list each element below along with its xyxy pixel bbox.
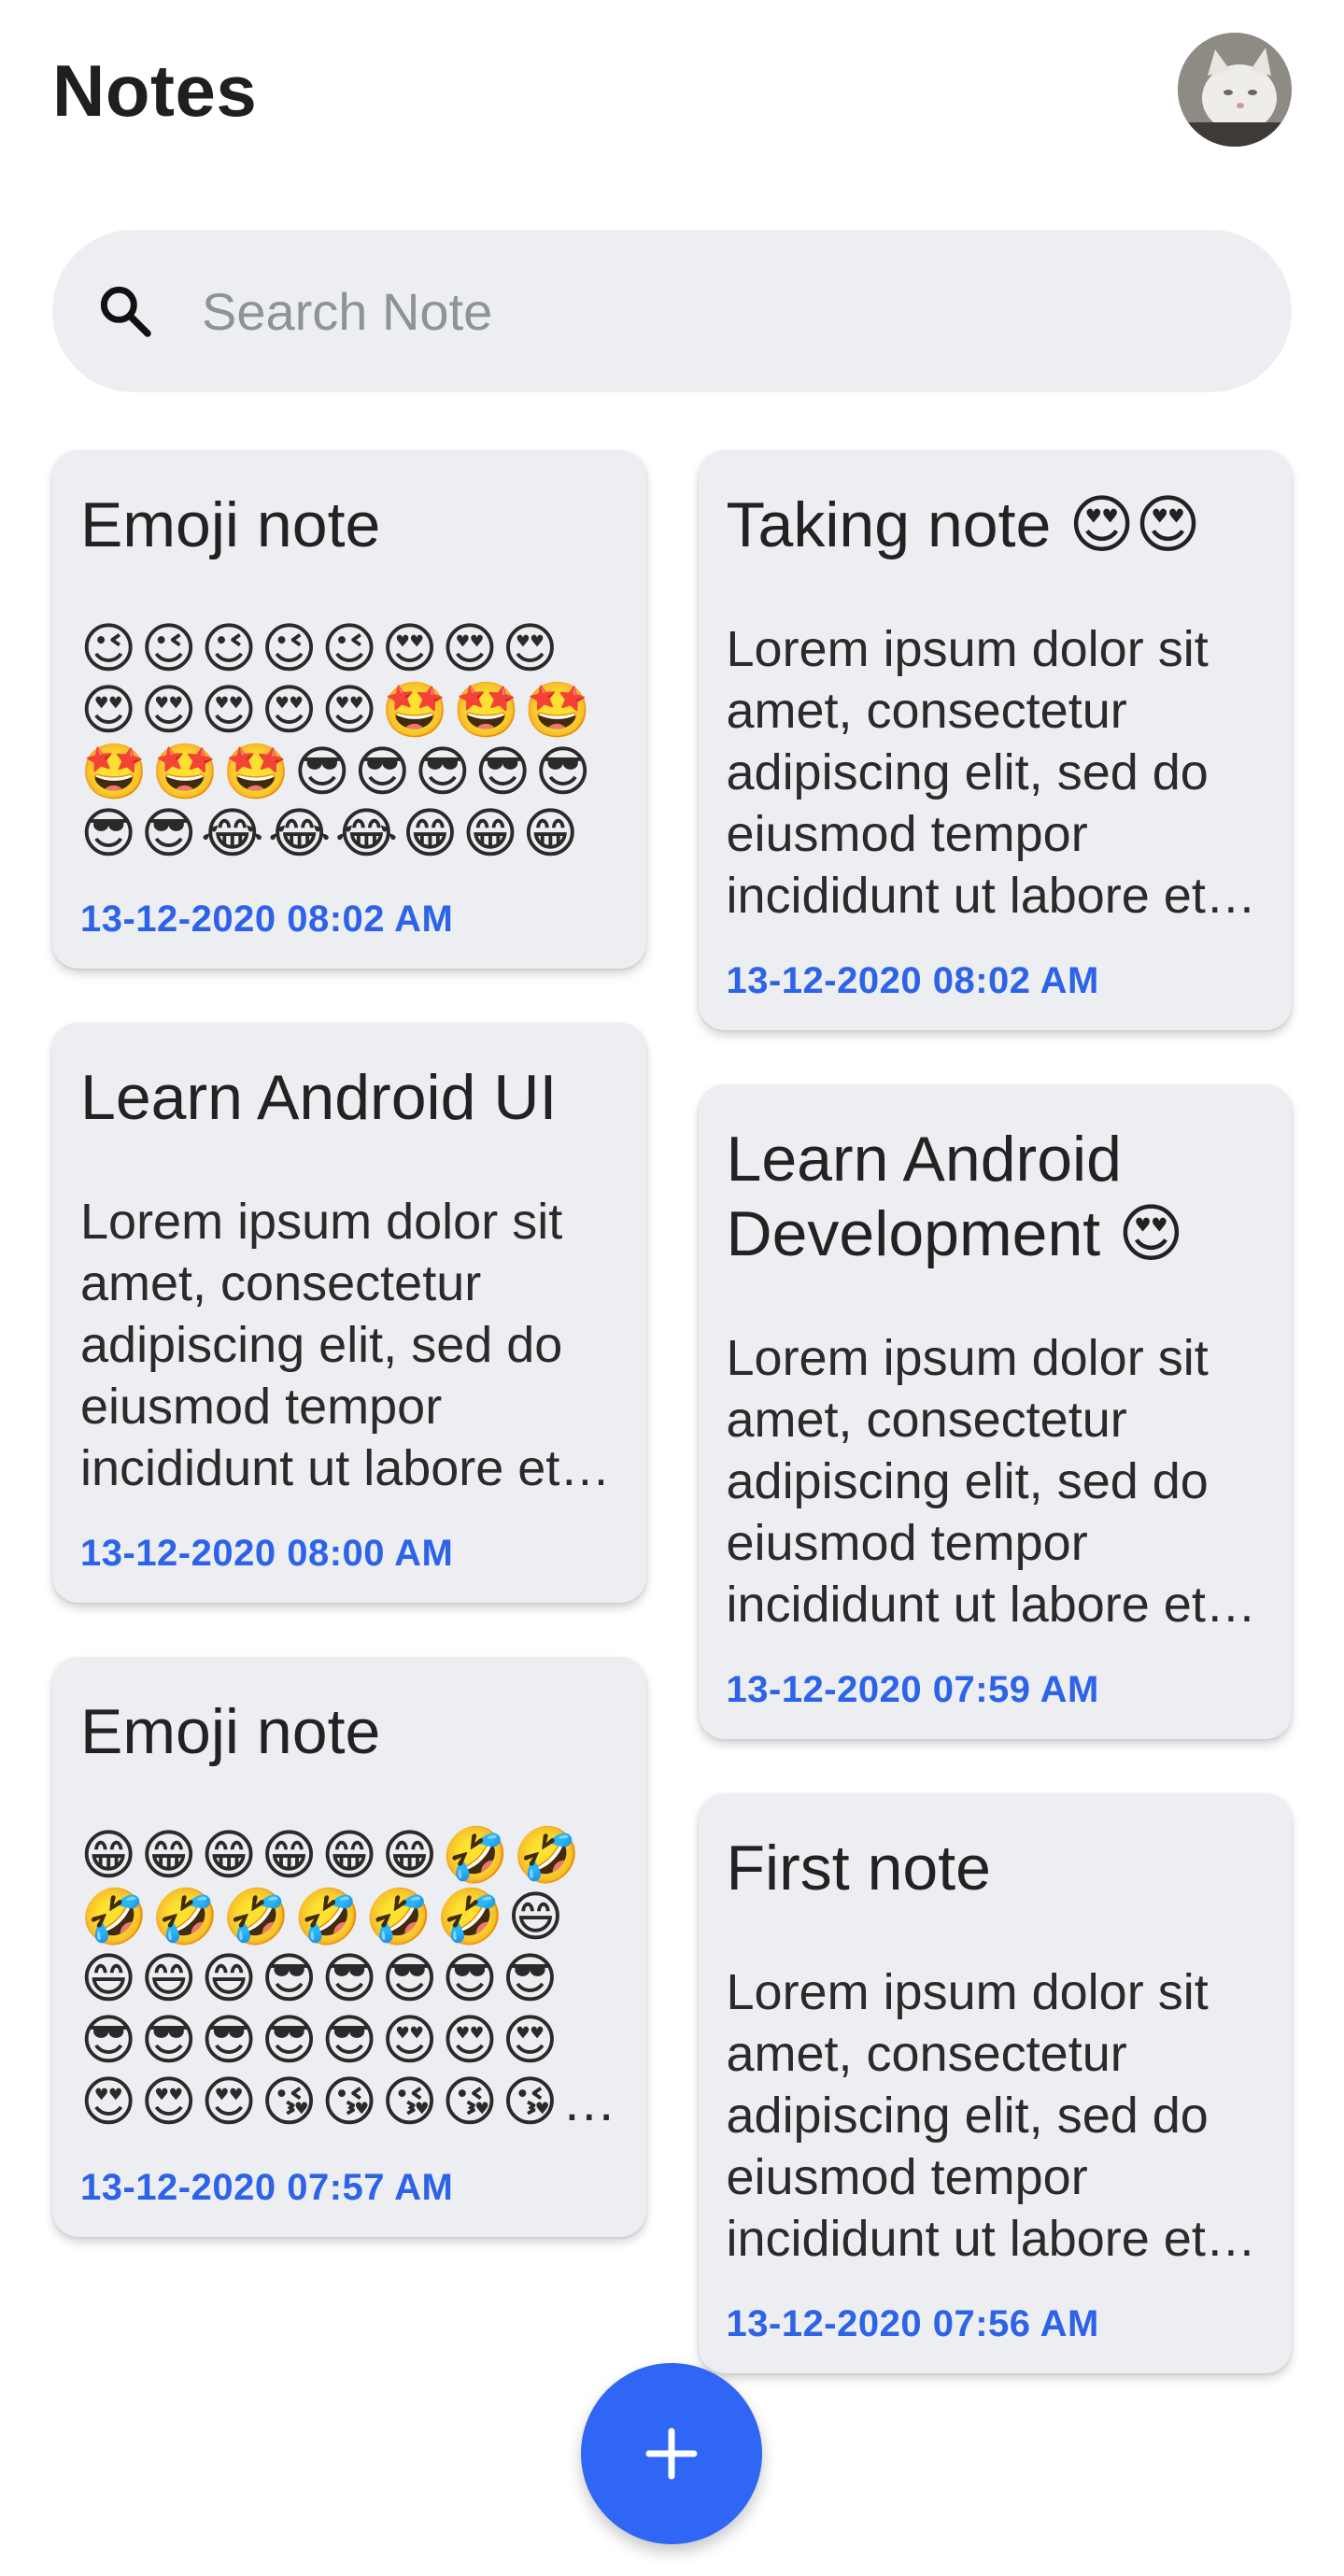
notes-column-right: Taking note 😍😍 Lorem ipsum dolor sit ame…: [698, 450, 1292, 2373]
note-title: Emoji note: [80, 489, 381, 560]
note-card[interactable]: Taking note 😍😍 Lorem ipsum dolor sit ame…: [698, 450, 1292, 1030]
notes-column-left: Emoji note 😉😉😉😉😉😍😍😍😍😍😍😍😍🤩🤩🤩🤩🤩🤩😎😎😎😎😎😎😎😂😂😂…: [52, 450, 646, 2373]
note-body: Lorem ipsum dolor sit amet, consectetur …: [726, 621, 1209, 924]
note-title: Learn Android UI: [80, 1062, 558, 1133]
add-note-button[interactable]: [581, 2363, 762, 2544]
page-title: Notes: [52, 49, 258, 132]
note-card[interactable]: Emoji note 😁😁😁😁😁😁🤣🤣🤣🤣🤣🤣🤣🤣😄😄😄😄😎😎😎😎😎😎😎😎😎😎😍…: [52, 1657, 646, 2237]
note-title: First note: [726, 1833, 991, 1904]
search-icon: [100, 286, 151, 337]
note-title: Learn Android Development 😍: [726, 1124, 1184, 1269]
note-body: Lorem ipsum dolor sit amet, consectetur …: [80, 1194, 563, 1496]
note-date: 13-12-2020 07:59 AM: [726, 1669, 1099, 1710]
search-input[interactable]: [200, 279, 1249, 343]
search-bar[interactable]: [52, 230, 1292, 392]
notes-grid: Emoji note 😉😉😉😉😉😍😍😍😍😍😍😍😍🤩🤩🤩🤩🤩🤩😎😎😎😎😎😎😎😂😂😂…: [52, 450, 1292, 2373]
plus-icon: [645, 2427, 698, 2480]
note-title: Emoji note: [80, 1696, 381, 1767]
note-date: 13-12-2020 07:57 AM: [80, 2167, 454, 2208]
note-card[interactable]: First note Lorem ipsum dolor sit amet, c…: [698, 1793, 1292, 2373]
note-title: Taking note 😍😍: [726, 489, 1201, 560]
note-body: Lorem ipsum dolor sit amet, consectetur …: [726, 1964, 1209, 2267]
note-card[interactable]: Learn Android UI Lorem ipsum dolor sit a…: [52, 1023, 646, 1603]
cat-avatar-icon[interactable]: [1178, 33, 1292, 147]
note-card[interactable]: Emoji note 😉😉😉😉😉😍😍😍😍😍😍😍😍🤩🤩🤩🤩🤩🤩😎😎😎😎😎😎😎😂😂😂…: [52, 450, 646, 969]
note-body: 😁😁😁😁😁😁🤣🤣🤣🤣🤣🤣🤣🤣😄😄😄😄😎😎😎😎😎😎😎😎😎😎😍😍😍😍😍😍😘😘😘😘😘😘…: [80, 1825, 585, 2132]
note-body: Lorem ipsum dolor sit amet, consectetur …: [726, 1330, 1209, 1633]
note-body: 😉😉😉😉😉😍😍😍😍😍😍😍😍🤩🤩🤩🤩🤩🤩😎😎😎😎😎😎😎😂😂😂😁😁😁: [80, 618, 595, 864]
notes-screen: Notes Emoji note 😉😉😉😉😉😍😍😍: [0, 0, 1344, 2576]
note-date: 13-12-2020 07:56 AM: [726, 2303, 1099, 2344]
note-date: 13-12-2020 08:02 AM: [80, 899, 454, 940]
note-date: 13-12-2020 08:02 AM: [726, 960, 1099, 1001]
note-date: 13-12-2020 08:00 AM: [80, 1533, 454, 1574]
header: Notes: [52, 0, 1292, 177]
note-card[interactable]: Learn Android Development 😍 Lorem ipsum …: [698, 1084, 1292, 1739]
